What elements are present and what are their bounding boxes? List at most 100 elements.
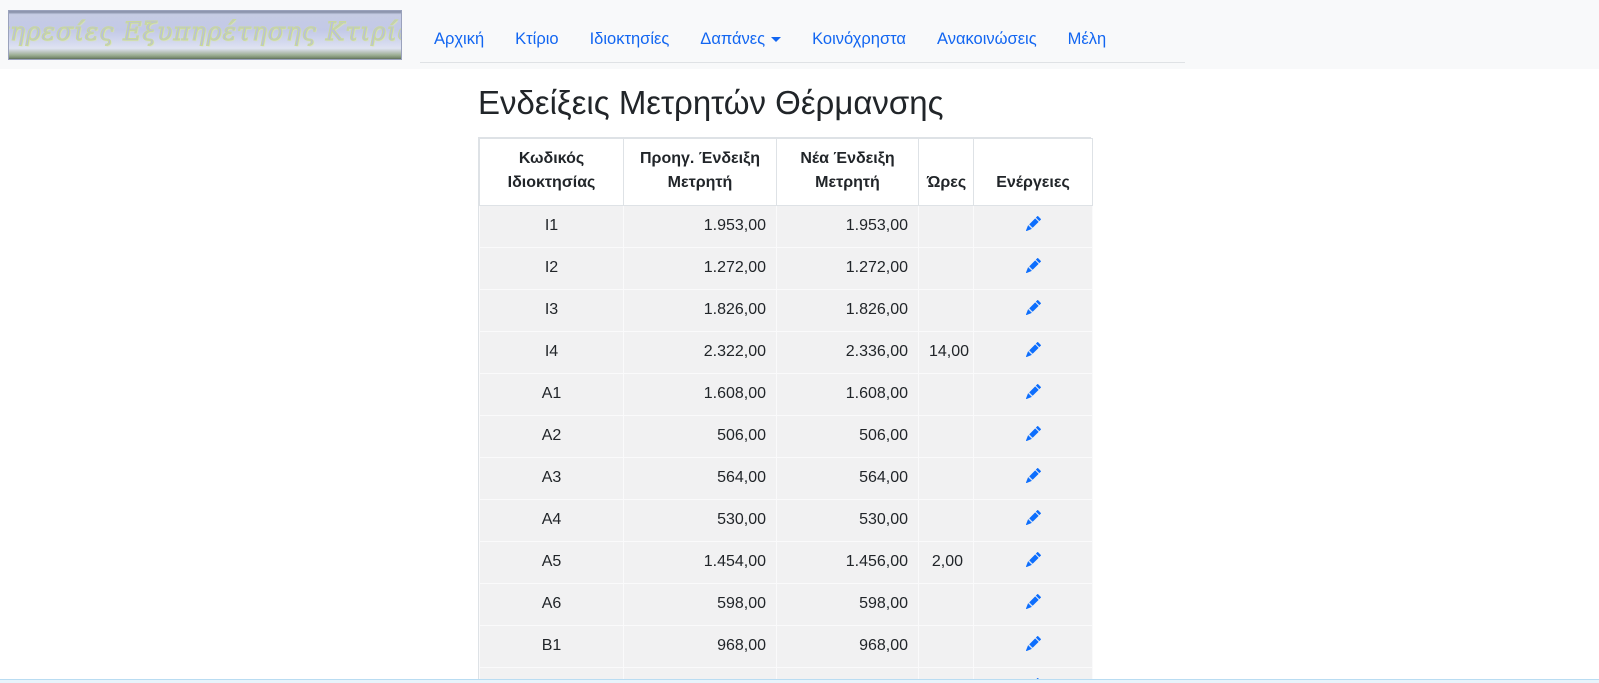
- edit-reading-button[interactable]: [1025, 467, 1041, 483]
- nav-item-announcements[interactable]: Ανακοινώσεις: [937, 30, 1037, 49]
- edit-reading-button[interactable]: [1025, 383, 1041, 399]
- pencil-icon: [1025, 383, 1041, 399]
- edit-reading-button[interactable]: [1025, 509, 1041, 525]
- table-row: I4 2.322,00 2.336,00 14,00: [479, 330, 1093, 374]
- page-title: Ενδείξεις Μετρητών Θέρμανσης: [478, 84, 944, 121]
- actions-cell: [973, 498, 1093, 542]
- nav-item-members[interactable]: Μέλη: [1068, 30, 1107, 49]
- edit-reading-button[interactable]: [1025, 551, 1041, 567]
- property-code-cell: A2: [479, 414, 624, 458]
- pencil-icon: [1025, 635, 1041, 651]
- actions-cell: [973, 288, 1093, 332]
- pencil-icon: [1025, 425, 1041, 441]
- hours-cell: [918, 204, 974, 248]
- table-row: A1 1.608,00 1.608,00: [479, 372, 1093, 416]
- meters-table-frame: Κωδικός Ιδιοκτησίας Προηγ. Ένδειξη Μετρη…: [478, 136, 1093, 683]
- previous-reading-cell: 1.608,00: [623, 372, 777, 416]
- pencil-icon: [1025, 509, 1041, 525]
- nav-item-expenses-dropdown[interactable]: Δαπάνες: [700, 30, 782, 49]
- actions-cell: [973, 372, 1093, 416]
- hours-cell: [918, 624, 974, 668]
- new-reading-cell: 598,00: [776, 582, 919, 626]
- property-code-cell: A6: [479, 582, 624, 626]
- new-reading-cell: 530,00: [776, 498, 919, 542]
- nav-item-home[interactable]: Αρχική: [434, 30, 484, 49]
- nav-link-announcements[interactable]: Ανακοινώσεις: [937, 30, 1037, 48]
- property-code-cell: B1: [479, 624, 624, 668]
- viewport-bottom-edge: [0, 679, 1599, 683]
- edit-reading-button[interactable]: [1025, 593, 1041, 609]
- hours-cell: [918, 456, 974, 500]
- hours-cell: 14,00: [918, 330, 974, 374]
- property-code-cell: A5: [479, 540, 624, 584]
- site-logo-text: Υπηρεσίες Εξυπηρέτησης Κτιρίων: [9, 17, 401, 47]
- previous-reading-cell: 968,00: [623, 624, 777, 668]
- nav-item-building[interactable]: Κτίριο: [515, 30, 558, 49]
- actions-cell: [973, 204, 1093, 248]
- top-bar: Υπηρεσίες Εξυπηρέτησης Κτιρίων Αρχική Κτ…: [0, 0, 1599, 69]
- edit-reading-button[interactable]: [1025, 425, 1041, 441]
- previous-reading-cell: 506,00: [623, 414, 777, 458]
- previous-reading-cell: 1.953,00: [623, 204, 777, 248]
- site-logo[interactable]: Υπηρεσίες Εξυπηρέτησης Κτιρίων: [8, 9, 402, 60]
- nav-link-building[interactable]: Κτίριο: [515, 30, 558, 48]
- column-header-previous-reading: Προηγ. Ένδειξη Μετρητή: [623, 137, 777, 206]
- table-row: A2 506,00 506,00: [479, 414, 1093, 458]
- edit-reading-button[interactable]: [1025, 341, 1041, 357]
- edit-reading-button[interactable]: [1025, 215, 1041, 231]
- hours-cell: [918, 288, 974, 332]
- nav-link-home[interactable]: Αρχική: [434, 30, 484, 48]
- property-code-cell: A3: [479, 456, 624, 500]
- main-nav: Αρχική Κτίριο Ιδιοκτησίες Δαπάνες Κοινόχ…: [420, 30, 1185, 63]
- table-row: A6 598,00 598,00: [479, 582, 1093, 626]
- property-code-cell: I2: [479, 246, 624, 290]
- pencil-icon: [1025, 215, 1041, 231]
- new-reading-cell: 1.456,00: [776, 540, 919, 584]
- new-reading-cell: 1.608,00: [776, 372, 919, 416]
- nav-item-properties[interactable]: Ιδιοκτησίες: [590, 30, 670, 49]
- edit-reading-button[interactable]: [1025, 257, 1041, 273]
- actions-cell: [973, 582, 1093, 626]
- actions-cell: [973, 246, 1093, 290]
- nav-link-expenses[interactable]: Δαπάνες: [700, 30, 782, 48]
- edit-reading-button[interactable]: [1025, 299, 1041, 315]
- actions-cell: [973, 540, 1093, 584]
- hours-cell: 2,00: [918, 540, 974, 584]
- nav-link-properties[interactable]: Ιδιοκτησίες: [590, 30, 670, 48]
- nav-link-members[interactable]: Μέλη: [1068, 30, 1107, 48]
- pencil-icon: [1025, 257, 1041, 273]
- new-reading-cell: 564,00: [776, 456, 919, 500]
- actions-cell: [973, 414, 1093, 458]
- column-header-hours: Ώρες: [918, 137, 974, 206]
- previous-reading-cell: 598,00: [623, 582, 777, 626]
- edit-reading-button[interactable]: [1025, 635, 1041, 651]
- table-row: I3 1.826,00 1.826,00: [479, 288, 1093, 332]
- table-row: B1 968,00 968,00: [479, 624, 1093, 668]
- table-row: I1 1.953,00 1.953,00: [479, 204, 1093, 248]
- actions-cell: [973, 624, 1093, 668]
- nav-link-expenses-label: Δαπάνες: [700, 30, 766, 48]
- property-code-cell: I3: [479, 288, 624, 332]
- new-reading-cell: 1.272,00: [776, 246, 919, 290]
- new-reading-cell: 506,00: [776, 414, 919, 458]
- hours-cell: [918, 582, 974, 626]
- table-header-row: Κωδικός Ιδιοκτησίας Προηγ. Ένδειξη Μετρη…: [479, 137, 1093, 206]
- table-row: A5 1.454,00 1.456,00 2,00: [479, 540, 1093, 584]
- previous-reading-cell: 1.826,00: [623, 288, 777, 332]
- property-code-cell: A4: [479, 498, 624, 542]
- nav-item-common-charges[interactable]: Κοινόχρηστα: [812, 30, 906, 49]
- pencil-icon: [1025, 299, 1041, 315]
- main-content: Ενδείξεις Μετρητών Θέρμανσης Κωδικός Ιδι…: [0, 69, 1599, 683]
- chevron-down-icon: [771, 37, 782, 42]
- hours-cell: [918, 372, 974, 416]
- actions-cell: [973, 330, 1093, 374]
- property-code-cell: I1: [479, 204, 624, 248]
- hours-cell: [918, 246, 974, 290]
- pencil-icon: [1025, 593, 1041, 609]
- hours-cell: [918, 498, 974, 542]
- hours-cell: [918, 414, 974, 458]
- property-code-cell: A1: [479, 372, 624, 416]
- previous-reading-cell: 1.454,00: [623, 540, 777, 584]
- new-reading-cell: 968,00: [776, 624, 919, 668]
- nav-link-common-charges[interactable]: Κοινόχρηστα: [812, 30, 906, 48]
